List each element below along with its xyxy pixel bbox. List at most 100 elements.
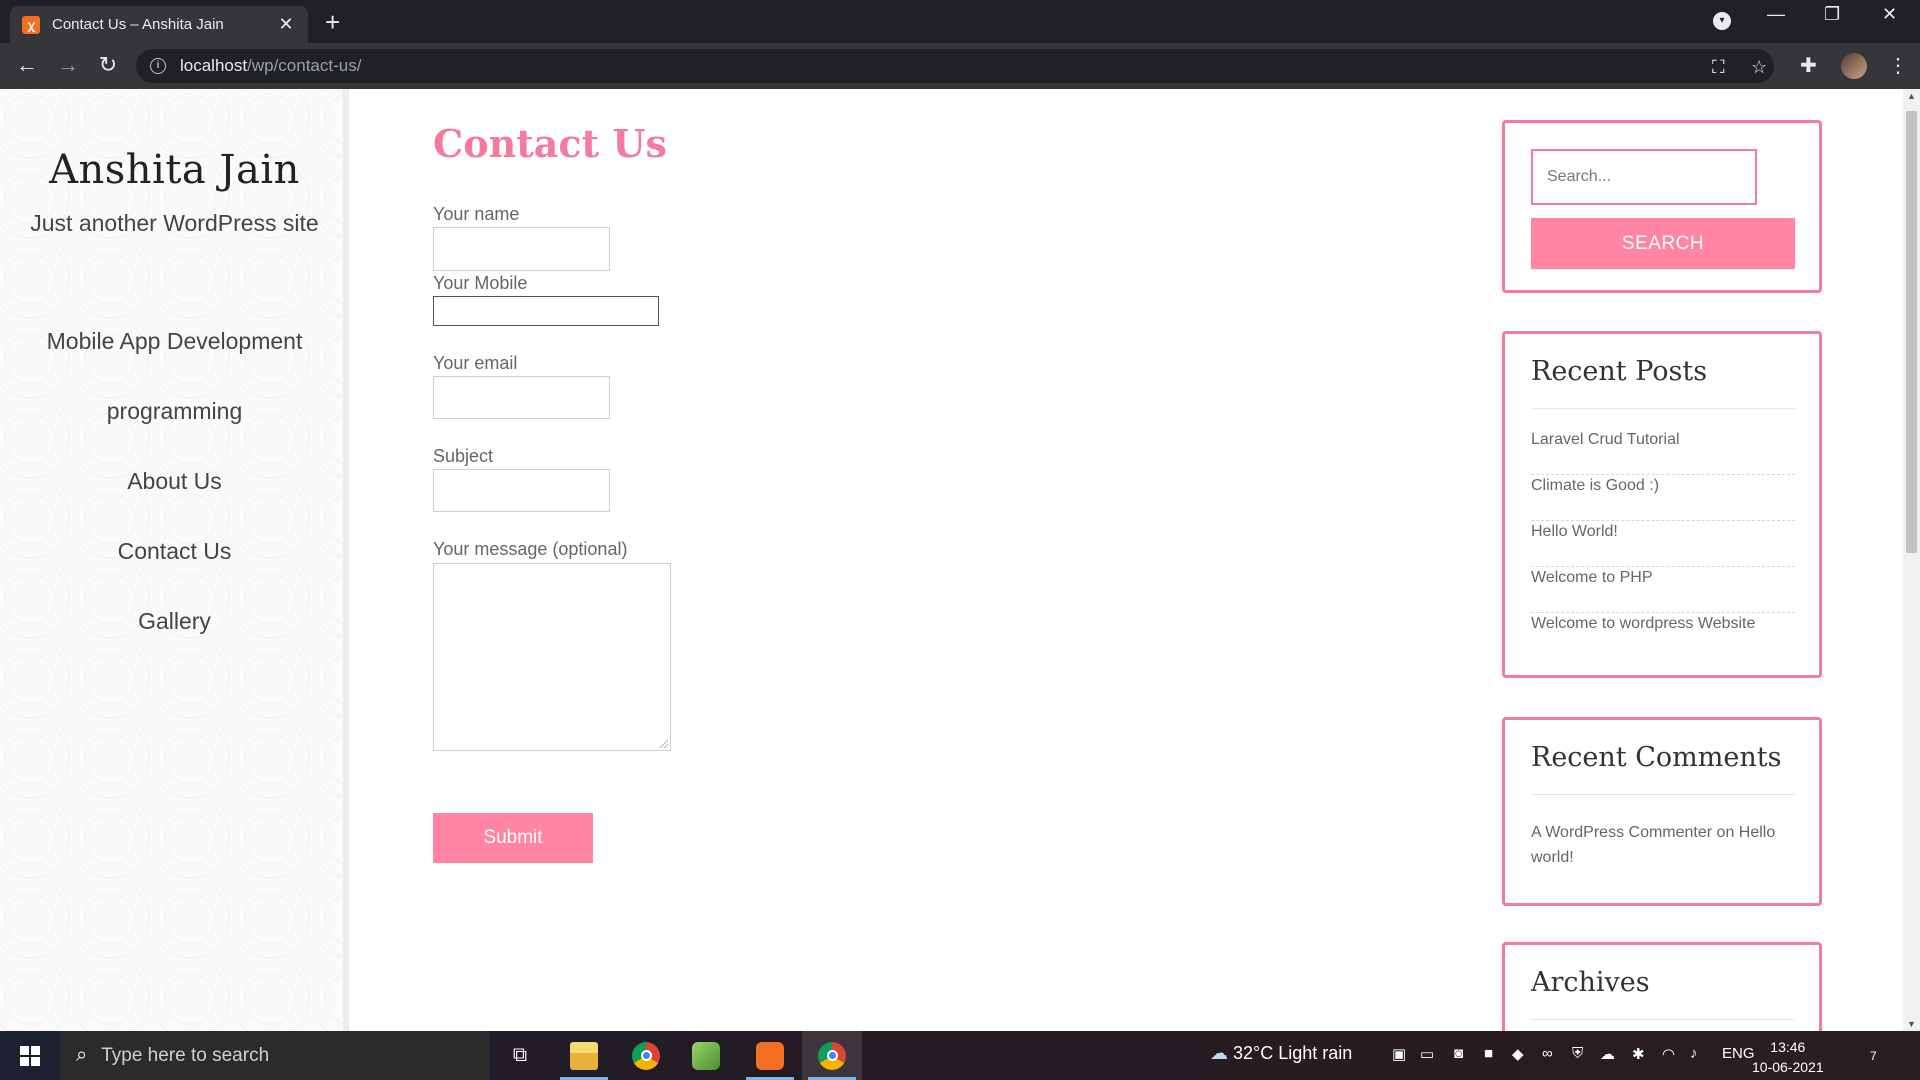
subject-label: Subject	[433, 446, 494, 466]
search-widget: Search... SEARCH	[1502, 120, 1822, 293]
chrome-active-app-icon[interactable]	[802, 1031, 862, 1080]
site-tagline: Just another WordPress site	[30, 210, 319, 236]
volume-icon[interactable]: ♪	[1690, 1045, 1698, 1062]
archives-widget: Archives	[1502, 942, 1822, 1031]
site-info-icon[interactable]: i	[150, 58, 166, 74]
resize-handle-icon[interactable]	[660, 740, 668, 748]
app-tray-icon[interactable]: ■	[1484, 1045, 1493, 1062]
red-app-tray-icon[interactable]: ◆	[1512, 1045, 1524, 1063]
notification-count: 7	[1870, 1049, 1877, 1063]
email-label: Your email	[433, 353, 518, 373]
menu-item-contact-us[interactable]: Contact Us	[0, 537, 349, 607]
tab-search-icon[interactable]: ▾	[1713, 12, 1731, 30]
new-tab-icon[interactable]: +	[325, 7, 340, 38]
task-view-icon[interactable]: ⧉	[490, 1031, 550, 1080]
search-input[interactable]: Search...	[1531, 149, 1757, 205]
search-button[interactable]: SEARCH	[1531, 218, 1795, 269]
wifi-icon[interactable]: ◠	[1662, 1045, 1675, 1063]
xampp-app-icon[interactable]	[740, 1031, 800, 1080]
url-host: localhost	[180, 56, 248, 75]
scroll-up-icon[interactable]: ▲	[1903, 91, 1920, 101]
menu-kebab-icon[interactable]: ⋮	[1888, 53, 1908, 78]
recent-post-link[interactable]: Laravel Crud Tutorial	[1531, 429, 1795, 475]
xampp-tray-icon[interactable]: ▣	[1392, 1045, 1406, 1063]
tab-title: Contact Us – Anshita Jain	[52, 16, 224, 33]
restore-icon[interactable]: ❐	[1824, 4, 1840, 25]
email-field[interactable]	[433, 376, 610, 419]
scrollbar-thumb[interactable]	[1906, 111, 1917, 553]
browser-tab[interactable]: ꭓ Contact Us – Anshita Jain ✕	[10, 6, 308, 43]
widget-divider	[1531, 794, 1795, 795]
language-indicator[interactable]: ENG	[1722, 1045, 1755, 1062]
recent-posts-widget: Recent Posts Laravel Crud Tutorial Clima…	[1502, 331, 1822, 678]
tab-close-icon[interactable]: ✕	[276, 14, 296, 35]
translate-icon[interactable]: ⛶	[1712, 57, 1725, 78]
window-close-icon[interactable]: ✕	[1882, 4, 1897, 25]
weather-widget[interactable]: ☁ 32°C Light rain	[1210, 1043, 1352, 1064]
comment-on-text: on	[1716, 824, 1735, 841]
chrome-app-icon[interactable]	[616, 1031, 676, 1080]
mobile-label: Your Mobile	[433, 273, 528, 293]
clock-time: 13:46	[1770, 1039, 1806, 1055]
windows-start-icon[interactable]	[20, 1046, 40, 1066]
network-app-icon[interactable]: ✱	[1632, 1045, 1645, 1063]
battery-icon[interactable]: ▭	[1420, 1045, 1434, 1063]
url-path: /wp/contact-us/	[247, 56, 362, 75]
camera-icon[interactable]: ◙	[1454, 1045, 1463, 1062]
profile-avatar[interactable]	[1841, 53, 1867, 79]
recent-post-link[interactable]: Welcome to wordpress Website	[1531, 613, 1795, 659]
address-bar[interactable]: i localhost/wp/contact-us/ ⛶ ☆	[136, 49, 1774, 83]
browser-toolbar: ← → ↻ i localhost/wp/contact-us/ ⛶ ☆ ✚ ⋮	[0, 43, 1920, 89]
windows-taskbar: ⌕ Type here to search ⧉ ☁ 32°C Light rai…	[0, 1031, 1920, 1080]
recent-comments-widget: Recent Comments A WordPress Commenter on…	[1502, 717, 1822, 906]
archives-title: Archives	[1531, 967, 1650, 998]
name-label: Your name	[433, 204, 520, 224]
scroll-down-icon[interactable]: ▼	[1903, 1019, 1920, 1029]
onedrive-icon[interactable]: ☁	[1600, 1045, 1615, 1063]
forward-icon[interactable]: →	[54, 52, 82, 78]
page-scrollbar[interactable]: ▲ ▼	[1903, 89, 1920, 1031]
bookmark-star-icon[interactable]: ☆	[1751, 57, 1767, 78]
system-clock[interactable]: 13:46 10-06-2021	[1752, 1037, 1824, 1077]
cloud-rain-icon: ☁	[1210, 1043, 1228, 1063]
page-title: Contact Us	[433, 121, 667, 166]
recent-comments-title: Recent Comments	[1531, 742, 1782, 773]
weather-text: 32°C Light rain	[1233, 1043, 1353, 1063]
menu-item-programming[interactable]: programming	[0, 397, 349, 467]
menu-item-gallery[interactable]: Gallery	[0, 607, 349, 677]
message-label: Your message (optional)	[433, 539, 628, 559]
clock-date: 10-06-2021	[1752, 1059, 1824, 1075]
site-title[interactable]: Anshita Jain	[0, 147, 349, 193]
widget-divider	[1531, 408, 1795, 409]
recent-post-link[interactable]: Hello World!	[1531, 521, 1795, 567]
widget-divider	[1531, 1019, 1795, 1020]
xampp-favicon-icon: ꭓ	[22, 15, 40, 34]
back-icon[interactable]: ←	[13, 52, 41, 78]
taskbar-search-box[interactable]: ⌕ Type here to search	[60, 1031, 490, 1080]
shield-icon[interactable]: ⛨	[1572, 1045, 1583, 1062]
message-textarea[interactable]	[433, 563, 671, 751]
minimize-icon[interactable]: —	[1767, 4, 1785, 25]
reload-icon[interactable]: ↻	[94, 52, 122, 78]
recent-post-link[interactable]: Welcome to PHP	[1531, 567, 1795, 613]
recent-posts-title: Recent Posts	[1531, 356, 1708, 387]
name-field[interactable]	[433, 227, 610, 271]
notepad-plus-icon[interactable]	[676, 1031, 736, 1080]
extensions-icon[interactable]: ✚	[1800, 53, 1817, 78]
recent-comment: A WordPress Commenter on Hello world!	[1531, 820, 1795, 870]
file-explorer-icon[interactable]	[554, 1031, 614, 1080]
web-page: Anshita Jain Just another WordPress site…	[0, 89, 1920, 1031]
submit-button[interactable]: Submit	[433, 813, 593, 863]
taskbar-search-placeholder: Type here to search	[101, 1044, 270, 1066]
mobile-field[interactable]	[433, 296, 659, 326]
comment-author-link[interactable]: A WordPress Commenter	[1531, 824, 1712, 841]
recent-post-link[interactable]: Climate is Good :)	[1531, 475, 1795, 521]
link-tray-icon[interactable]: ∞	[1542, 1045, 1553, 1062]
browser-tab-bar: ꭓ Contact Us – Anshita Jain ✕ + ▾ — ❐ ✕	[0, 0, 1920, 43]
menu-item-mobile-app-development[interactable]: Mobile App Development	[0, 327, 349, 397]
subject-field[interactable]	[433, 469, 610, 512]
main-menu: Mobile App Development programming About…	[0, 327, 349, 677]
site-header-panel: Anshita Jain Just another WordPress site…	[0, 89, 349, 1031]
notification-icon[interactable]: 7	[1870, 1043, 1877, 1066]
menu-item-about-us[interactable]: About Us	[0, 467, 349, 537]
